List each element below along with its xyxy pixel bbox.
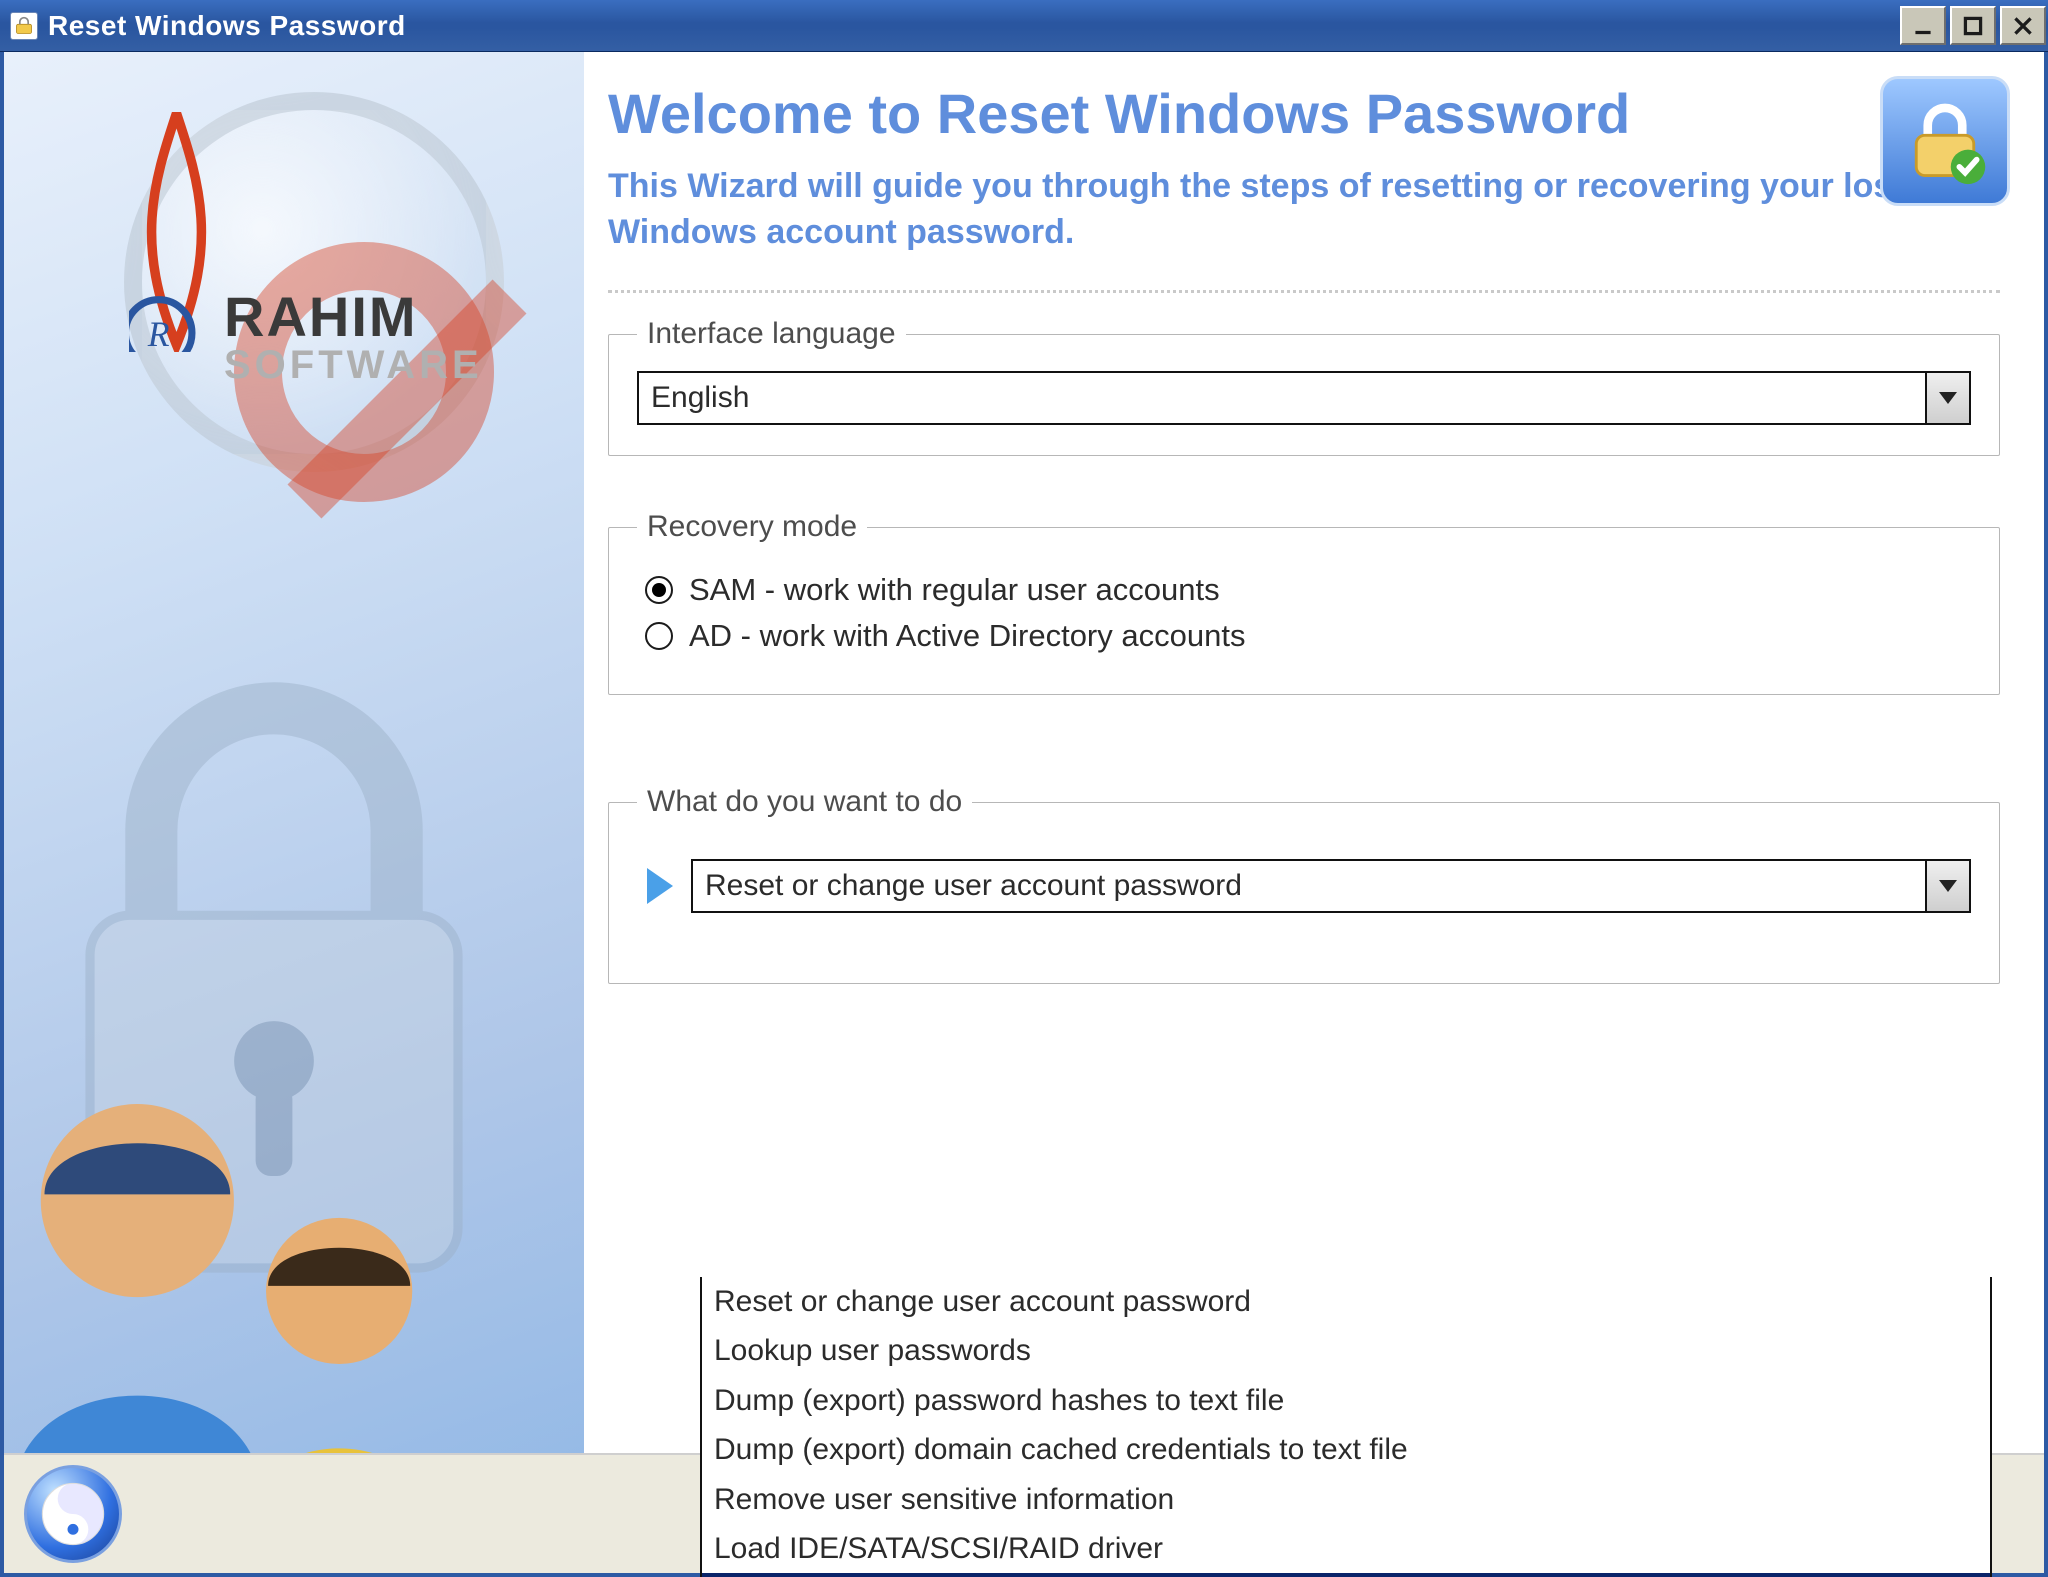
maximize-button[interactable] — [1950, 6, 1996, 45]
action-option[interactable]: Dump (export) domain cached credentials … — [702, 1425, 1990, 1474]
recovery-group: Recovery mode SAM - work with regular us… — [608, 510, 2000, 695]
action-combobox[interactable]: Reset or change user account password — [691, 859, 1971, 913]
action-option[interactable]: Reset or change user account password — [702, 1277, 1990, 1326]
brand-text: RAHIM SOFTWARE — [224, 284, 483, 388]
recovery-option-ad[interactable]: AD - work with Active Directory accounts — [645, 618, 1971, 654]
action-legend: What do you want to do — [637, 785, 972, 819]
page-subtitle: This Wizard will guide you through the s… — [608, 164, 1928, 256]
page-title: Welcome to Reset Windows Password — [608, 82, 2000, 146]
action-option[interactable]: Remove user sensitive information — [702, 1475, 1990, 1524]
svg-text:R: R — [147, 314, 170, 352]
divider — [608, 290, 2000, 293]
titlebar: Reset Windows Password — [0, 0, 2048, 52]
close-button[interactable] — [2000, 6, 2046, 45]
language-group: Interface language English — [608, 317, 2000, 456]
minimize-button[interactable] — [1900, 6, 1946, 45]
yin-yang-icon[interactable] — [24, 1465, 122, 1563]
language-combobox[interactable]: English — [637, 371, 1971, 425]
language-legend: Interface language — [637, 317, 906, 351]
wizard-sidebar: R RAHIM SOFTWARE — [4, 52, 584, 1573]
recovery-option-label: AD - work with Active Directory accounts — [689, 618, 1245, 654]
action-group: What do you want to do Reset or change u… — [608, 785, 2000, 984]
action-dropdown[interactable]: Reset or change user account passwordLoo… — [700, 1277, 1992, 1577]
flame-icon: R — [129, 112, 224, 352]
radio-icon — [645, 576, 673, 604]
recovery-option-sam[interactable]: SAM - work with regular user accounts — [645, 572, 1971, 608]
window-buttons — [1898, 0, 2048, 51]
window-title: Reset Windows Password — [48, 10, 1898, 42]
play-icon — [647, 868, 673, 904]
radio-icon — [645, 622, 673, 650]
recovery-legend: Recovery mode — [637, 510, 867, 544]
recovery-option-label: SAM - work with regular user accounts — [689, 572, 1220, 608]
app-icon — [10, 12, 38, 40]
action-option[interactable]: Lookup user passwords — [702, 1326, 1990, 1375]
action-value: Reset or change user account password — [693, 861, 1925, 911]
brand-line1: RAHIM — [224, 284, 483, 349]
action-option[interactable]: Load IDE/SATA/SCSI/RAID driver — [702, 1524, 1990, 1573]
action-option[interactable]: Restore previously modified password or … — [702, 1573, 1990, 1577]
brand-line2: SOFTWARE — [224, 343, 483, 388]
language-value: English — [639, 373, 1925, 423]
action-option[interactable]: Dump (export) password hashes to text fi… — [702, 1376, 1990, 1425]
lock-check-icon — [1880, 76, 2010, 206]
chevron-down-icon[interactable] — [1925, 861, 1969, 911]
chevron-down-icon[interactable] — [1925, 373, 1969, 423]
